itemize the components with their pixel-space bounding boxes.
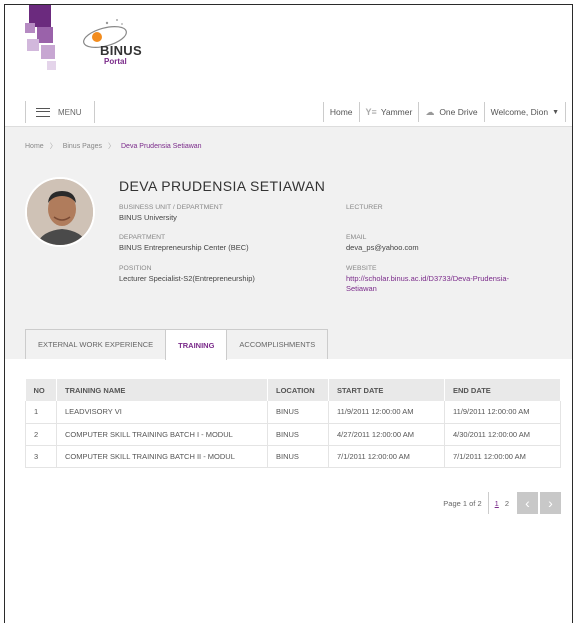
nav-yammer-link[interactable]: Y≡ Yammer	[358, 102, 419, 122]
breadcrumb-home[interactable]: Home	[25, 143, 44, 150]
profile-tabs: EXTERNAL WORK EXPERIENCE TRAINING ACCOMP…	[25, 329, 329, 360]
email-label: EMAIL	[346, 234, 367, 241]
page-links: 1 2	[487, 492, 515, 514]
welcome-label: Welcome, Dion	[490, 107, 549, 117]
hamburger-icon	[36, 107, 50, 117]
tab-accomplishments[interactable]: ACCOMPLISHMENTS	[226, 329, 329, 359]
role-field: LECTURER	[346, 203, 383, 213]
department-value: BINUS Entrepreneurship Center (BEC)	[119, 243, 249, 252]
position-field: POSITION Lecturer Specialist-S2(Entrepre…	[119, 264, 255, 284]
cell-end-date: 11/9/2011 12:00:00 AM	[444, 401, 561, 424]
cell-start-date: 4/27/2011 12:00:00 AM	[328, 423, 445, 446]
user-dropdown[interactable]: Welcome, Dion ▼	[483, 102, 566, 122]
breadcrumb: Home 〉 Binus Pages 〉 Deva Prudensia Seti…	[25, 141, 202, 151]
position-value: Lecturer Specialist-S2(Entrepreneurship)	[119, 274, 255, 283]
cell-location: BINUS	[267, 445, 329, 468]
cell-training-name: COMPUTER SKILL TRAINING BATCH II - MODUL	[56, 445, 268, 468]
breadcrumb-binus-pages[interactable]: Binus Pages	[63, 143, 102, 150]
pagination: Page 1 of 2 1 2 ‹ ›	[443, 492, 561, 514]
brand-squares-logo	[25, 5, 61, 71]
col-training-name-header: TRAINING NAME	[56, 379, 268, 401]
table-row: 3 COMPUTER SKILL TRAINING BATCH II - MOD…	[25, 445, 561, 468]
business-unit-label: BUSINESS UNIT / DEPARTMENT	[119, 204, 223, 211]
table-row: 1 LEADVISORY VI BINUS 11/9/2011 12:00:00…	[25, 401, 561, 424]
tab-external-work-experience[interactable]: EXTERNAL WORK EXPERIENCE	[25, 329, 167, 359]
breadcrumb-chevron-icon: 〉	[108, 143, 115, 150]
caret-down-icon: ▼	[552, 108, 559, 116]
cloud-icon: ☁	[425, 106, 435, 117]
position-label: POSITION	[119, 265, 152, 272]
col-no-header: NO	[25, 379, 57, 401]
cell-end-date: 7/1/2011 12:00:00 AM	[444, 445, 561, 468]
col-location-header: LOCATION	[267, 379, 329, 401]
department-label: DEPARTMENT	[119, 234, 166, 241]
nav-links: Home Y≡ Yammer ☁ One Drive Welcome, Dion…	[322, 101, 566, 123]
avatar	[25, 177, 95, 247]
col-end-date-header: END DATE	[444, 379, 561, 401]
role-label: LECTURER	[346, 204, 383, 211]
email-value[interactable]: deva_ps@yahoo.com	[346, 243, 419, 253]
nav-yammer-label: Yammer	[380, 107, 413, 117]
chevron-right-icon: ›	[548, 495, 553, 511]
cell-training-name: COMPUTER SKILL TRAINING BATCH I - MODUL	[56, 423, 268, 446]
website-field: WEBSITE http://scholar.binus.ac.id/D3733…	[346, 264, 509, 294]
website-link[interactable]: http://scholar.binus.ac.id/D3733/Deva-Pr…	[346, 274, 509, 283]
table-header-row: NO TRAINING NAME LOCATION START DATE END…	[25, 379, 561, 401]
training-table: NO TRAINING NAME LOCATION START DATE END…	[25, 379, 561, 468]
cell-location: BINUS	[267, 423, 329, 446]
cell-start-date: 11/9/2011 12:00:00 AM	[328, 401, 445, 424]
page-info: Page 1 of 2	[443, 498, 482, 508]
table-row: 2 COMPUTER SKILL TRAINING BATCH I - MODU…	[25, 423, 561, 446]
cell-no: 2	[25, 423, 57, 446]
nav-home-label: Home	[329, 107, 353, 117]
logo-subtext: Portal	[104, 57, 127, 66]
next-page-button[interactable]: ›	[540, 492, 561, 514]
col-start-date-header: START DATE	[328, 379, 445, 401]
cell-no: 1	[25, 401, 57, 424]
page-1-link[interactable]: 1	[495, 499, 499, 508]
top-navbar: MENU Home Y≡ Yammer ☁ One Drive Welcome,…	[5, 97, 572, 127]
page-frame: BINUS Portal MENU Home Y≡ Yammer ☁ One D…	[4, 4, 573, 623]
cell-no: 3	[25, 445, 57, 468]
menu-button[interactable]: MENU	[25, 101, 95, 123]
nav-home-link[interactable]: Home	[322, 102, 359, 122]
profile-panel: Home 〉 Binus Pages 〉 Deva Prudensia Seti…	[5, 127, 572, 360]
department-field: DEPARTMENT BINUS Entrepreneurship Center…	[119, 233, 249, 253]
cell-training-name: LEADVISORY VI	[56, 401, 268, 424]
business-unit-field: BUSINESS UNIT / DEPARTMENT BINUS Univers…	[119, 203, 223, 223]
website-label: WEBSITE	[346, 265, 377, 272]
chevron-left-icon: ‹	[525, 495, 530, 511]
person-photo-icon	[27, 179, 93, 245]
website-link-cont[interactable]: Setiawan	[346, 284, 377, 293]
cell-location: BINUS	[267, 401, 329, 424]
nav-onedrive-link[interactable]: ☁ One Drive	[418, 102, 483, 122]
breadcrumb-chevron-icon: 〉	[49, 143, 57, 150]
nav-onedrive-label: One Drive	[439, 107, 478, 117]
breadcrumb-current: Deva Prudensia Setiawan	[121, 142, 202, 150]
tab-training[interactable]: TRAINING	[165, 329, 228, 360]
prev-page-button[interactable]: ‹	[517, 492, 538, 514]
menu-label: MENU	[58, 107, 82, 117]
business-unit-value: BINUS University	[119, 213, 177, 222]
yammer-icon: Y≡	[365, 107, 377, 117]
logo-text: BINUS	[100, 43, 142, 58]
page-2-link[interactable]: 2	[505, 499, 509, 508]
cell-end-date: 4/30/2011 12:00:00 AM	[444, 423, 561, 446]
cell-start-date: 7/1/2011 12:00:00 AM	[328, 445, 445, 468]
email-field: EMAIL deva_ps@yahoo.com	[346, 233, 419, 253]
profile-name: DEVA PRUDENSIA SETIAWAN	[119, 178, 326, 194]
